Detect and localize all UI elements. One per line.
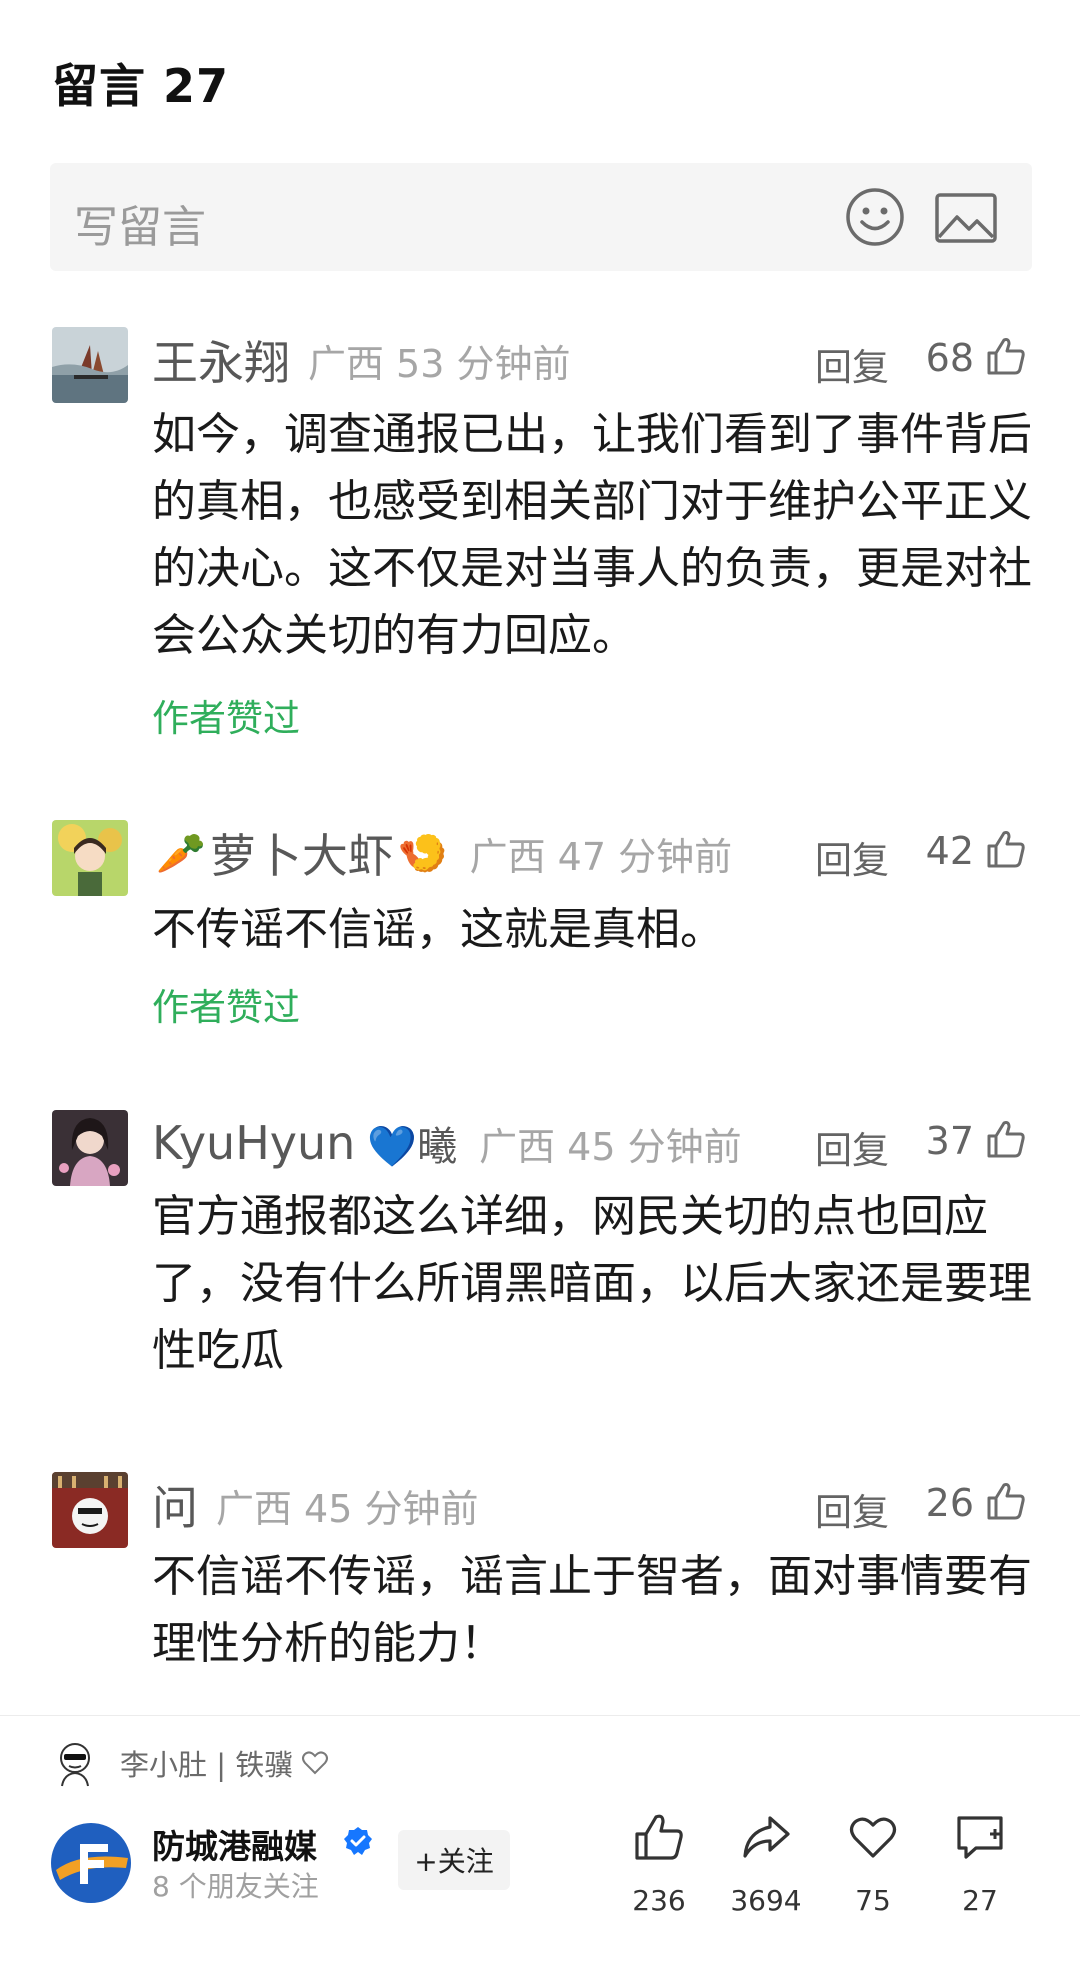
- comment-header: KyuHyun 💙曦 广西 45 分钟前: [152, 1113, 742, 1173]
- follow-button[interactable]: +关注: [398, 1830, 510, 1890]
- comments-title: 留言 27: [52, 59, 230, 113]
- like-count: 26: [925, 1481, 974, 1525]
- avatar[interactable]: [52, 327, 128, 403]
- comment-text: 不传谣不信谣，这就是真相。: [152, 904, 724, 955]
- comment-location: 广西: [469, 834, 546, 879]
- verified-badge-icon: [344, 1827, 372, 1855]
- write-comment-box[interactable]: 写留言: [50, 163, 1032, 271]
- comment-location: 广西: [216, 1486, 293, 1531]
- thumbs-up-icon[interactable]: [985, 1118, 1027, 1160]
- avatar[interactable]: [52, 1110, 128, 1186]
- thumbs-up-icon: [635, 1814, 683, 1860]
- friend-avatar-icon: [60, 1743, 90, 1787]
- share-action[interactable]: 3694: [711, 1812, 821, 1917]
- like-count: 37: [925, 1119, 974, 1163]
- comment-location: 广西: [479, 1124, 556, 1169]
- heart-icon: [849, 1817, 897, 1858]
- author-liked-tag: 作者赞过: [152, 986, 300, 1029]
- commenter-name[interactable]: 王永翔: [152, 327, 290, 393]
- reply-button[interactable]: 回复: [815, 830, 889, 884]
- author-liked-tag: 作者赞过: [152, 697, 300, 740]
- like-action[interactable]: 236: [604, 1812, 714, 1917]
- friends-liked-names: 李小肚 | 铁骥: [120, 1748, 294, 1782]
- comment-header: 问 广西 45 分钟前: [152, 1475, 478, 1535]
- reply-button[interactable]: 回复: [815, 337, 889, 391]
- like-count: 236: [632, 1884, 686, 1917]
- comment-header: 王永翔 广西 53 分钟前: [152, 330, 570, 390]
- thumbs-up-icon[interactable]: [985, 1480, 1027, 1522]
- comment-count: 27: [962, 1884, 998, 1917]
- comment-location: 广西: [308, 341, 385, 386]
- account-logo[interactable]: [50, 1822, 132, 1904]
- commenter-name[interactable]: 萝卜大虾: [210, 820, 394, 886]
- commenter-name[interactable]: KyuHyun: [152, 1116, 355, 1170]
- comment-time: 45 分钟前: [567, 1124, 742, 1169]
- comment-time: 47 分钟前: [557, 834, 733, 879]
- share-count: 3694: [730, 1884, 802, 1917]
- like-count: 68: [925, 336, 974, 380]
- comment-text: 如今，调查通报已出，让我们看到了事件背后的真相，也感受到相关部门对于维护公平正义…: [152, 409, 1032, 661]
- comment-header: 🥕 萝卜大虾 🍤 广西 47 分钟前: [152, 823, 732, 883]
- comment-time: 45 分钟前: [304, 1486, 479, 1531]
- emoji-icon[interactable]: [845, 187, 905, 247]
- comment-time: 53 分钟前: [396, 341, 571, 386]
- commenter-name[interactable]: 问: [152, 1472, 198, 1538]
- divider: [0, 1715, 1080, 1716]
- account-name[interactable]: 防城港融媒: [152, 1820, 317, 1868]
- favorite-action[interactable]: 75: [818, 1812, 928, 1917]
- like-count: 42: [925, 829, 974, 873]
- comment-icon: [957, 1816, 1003, 1859]
- shrimp-icon: 🍤: [397, 830, 448, 877]
- comment-text: 官方通报都这么详细，网民关切的点也回应了，没有什么所谓黑暗面，以后大家还是要理性…: [152, 1191, 1032, 1376]
- carrot-icon: 🥕: [156, 830, 206, 877]
- thumbs-up-icon[interactable]: [985, 335, 1027, 377]
- image-icon[interactable]: [935, 193, 997, 243]
- friends-liked-row[interactable]: 李小肚 | 铁骥: [50, 1736, 329, 1790]
- avatar[interactable]: [52, 820, 128, 896]
- reply-button[interactable]: 回复: [815, 1482, 889, 1536]
- comment-action[interactable]: 27: [925, 1812, 1035, 1917]
- avatar[interactable]: [52, 1472, 128, 1548]
- comment-text: 不信谣不传谣，谣言止于智者，面对事情要有理性分析的能力！: [152, 1551, 1032, 1669]
- favorite-count: 75: [855, 1884, 891, 1917]
- share-icon: [743, 1816, 790, 1858]
- reply-button[interactable]: 回复: [815, 1120, 889, 1174]
- friends-following-count: 8 个朋友关注: [152, 1870, 319, 1903]
- write-comment-placeholder: 写留言: [74, 202, 206, 253]
- heart-icon: [302, 1751, 329, 1775]
- thumbs-up-icon[interactable]: [985, 828, 1027, 870]
- blue-heart-icon: 💙曦: [367, 1124, 458, 1170]
